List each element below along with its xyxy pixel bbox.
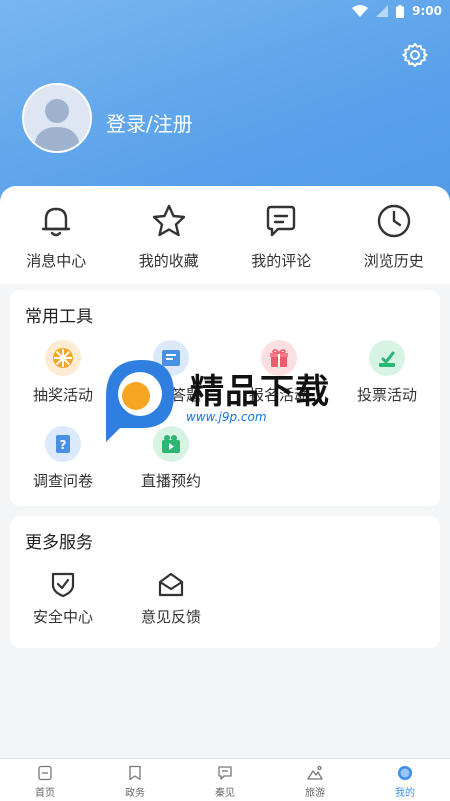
status-bar: 9:00 xyxy=(0,0,450,22)
service-feedback[interactable]: 意见反馈 xyxy=(118,570,224,627)
battery-icon xyxy=(396,4,405,18)
bottom-nav: 首页 政务 秦见 旅游 我的 xyxy=(0,758,450,801)
quick-action-label: 我的收藏 xyxy=(138,252,199,270)
watermark-url: www.j9p.com xyxy=(186,410,267,424)
quick-action-label: 我的评论 xyxy=(251,252,312,270)
bookmark-icon xyxy=(129,765,141,781)
nav-label: 首页 xyxy=(35,788,55,799)
chat-icon xyxy=(218,766,232,780)
quick-action-messages[interactable]: 消息中心 xyxy=(0,186,113,284)
service-security[interactable]: 安全中心 xyxy=(10,570,116,627)
nav-item-government[interactable]: 政务 xyxy=(90,759,180,801)
login-register-link[interactable]: 登录/注册 xyxy=(106,108,193,137)
signal-icon xyxy=(376,5,389,17)
mail-icon xyxy=(158,572,184,597)
nav-item-home[interactable]: 首页 xyxy=(0,759,90,801)
services-card: 更多服务 安全中心 意见反馈 xyxy=(10,516,440,648)
quick-action-label: 消息中心 xyxy=(26,252,87,270)
quick-actions-card: 消息中心 我的收藏 我的评论 浏览历史 xyxy=(0,186,450,284)
status-time: 9:00 xyxy=(412,4,442,18)
tools-title: 常用工具 xyxy=(25,307,93,327)
gear-icon[interactable] xyxy=(402,42,428,68)
shield-icon xyxy=(51,572,75,598)
service-label: 意见反馈 xyxy=(140,608,201,626)
wifi-icon xyxy=(352,5,369,17)
nav-item-qinjian[interactable]: 秦见 xyxy=(180,759,270,801)
nav-item-mine[interactable]: 我的 xyxy=(360,759,450,801)
quick-action-history[interactable]: 浏览历史 xyxy=(338,186,450,284)
mountain-icon xyxy=(307,765,323,780)
profile-icon xyxy=(398,766,412,780)
watermark-logo-icon xyxy=(106,360,174,442)
user-silhouette-icon xyxy=(24,85,90,151)
vote-icon xyxy=(379,351,395,367)
bell-icon xyxy=(42,207,71,237)
svg-text:?: ? xyxy=(60,438,67,452)
quick-action-label: 浏览历史 xyxy=(363,252,424,270)
clock-icon xyxy=(377,204,410,238)
tool-label: 调查问卷 xyxy=(32,472,93,490)
watermark: 精品下载 www.j9p.com xyxy=(98,356,360,446)
wheel-icon xyxy=(53,348,73,368)
nav-label: 我的 xyxy=(395,788,415,799)
quick-action-comments[interactable]: 我的评论 xyxy=(225,186,338,284)
service-label: 安全中心 xyxy=(32,608,93,626)
quick-action-favorites[interactable]: 我的收藏 xyxy=(113,186,226,284)
comment-icon xyxy=(267,205,296,237)
tool-label: 投票活动 xyxy=(356,386,417,404)
survey-icon: ? xyxy=(56,435,70,453)
nav-label: 秦见 xyxy=(215,788,235,799)
tool-label: 抽奖活动 xyxy=(32,386,93,404)
nav-label: 政务 xyxy=(125,788,145,799)
services-title: 更多服务 xyxy=(25,533,93,553)
nav-item-travel[interactable]: 旅游 xyxy=(270,759,360,801)
watermark-text: 精品下载 xyxy=(190,372,330,412)
tool-label: 直播预约 xyxy=(140,472,201,490)
star-icon xyxy=(152,204,185,237)
home-icon xyxy=(38,765,52,781)
avatar[interactable] xyxy=(22,83,92,153)
nav-label: 旅游 xyxy=(305,788,325,799)
